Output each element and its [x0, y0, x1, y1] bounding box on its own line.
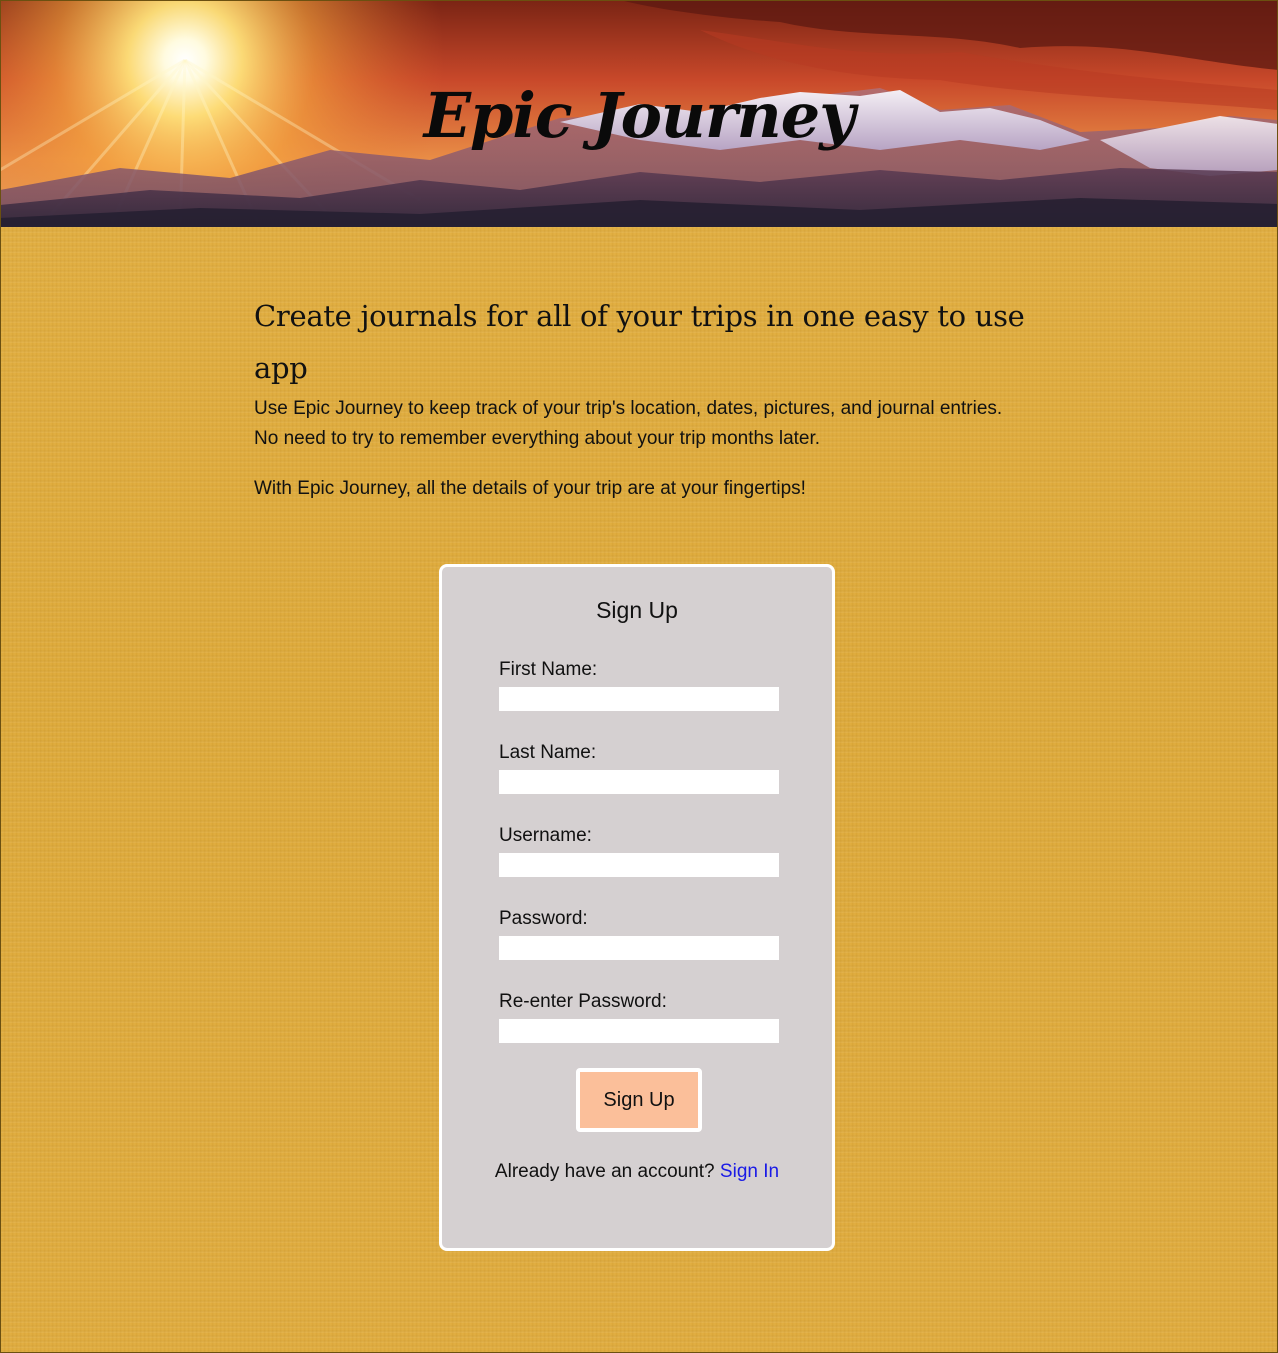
site-title: Epic Journey [423, 79, 855, 152]
signup-card: Sign Up First Name: Last Name: Username:… [439, 564, 835, 1251]
last-name-label: Last Name: [499, 742, 597, 763]
header-banner: Epic Journey [0, 0, 1278, 227]
signup-title: Sign Up [596, 597, 678, 623]
last-name-field[interactable] [499, 770, 779, 794]
intro-paragraph-1-line-2: No need to try to remember everything ab… [254, 428, 821, 449]
password-label: Password: [499, 908, 588, 929]
intro-paragraph-1-line-1: Use Epic Journey to keep track of your t… [254, 398, 1003, 419]
intro-headline: Create journals for all of your trips in… [254, 299, 1025, 385]
intro-section: Create journals for all of your trips in… [254, 290, 1054, 499]
username-label: Username: [499, 825, 592, 846]
reenter-password-field[interactable] [499, 1019, 779, 1043]
signin-prompt: Already have an account? [494, 1161, 715, 1182]
signup-button[interactable]: Sign Up [576, 1068, 702, 1132]
first-name-field[interactable] [499, 687, 779, 711]
username-field[interactable] [499, 853, 779, 877]
intro-paragraph-2: With Epic Journey, all the details of yo… [254, 478, 806, 499]
intro-paragraph-1: Use Epic Journey to keep track of your t… [254, 394, 1054, 454]
first-name-label: First Name: [499, 659, 598, 680]
signin-prompt-line: Already have an account? Sign In [442, 1161, 832, 1183]
password-field[interactable] [499, 936, 779, 960]
reenter-password-label: Re-enter Password: [499, 991, 667, 1012]
signin-link[interactable]: Sign In [720, 1161, 779, 1182]
